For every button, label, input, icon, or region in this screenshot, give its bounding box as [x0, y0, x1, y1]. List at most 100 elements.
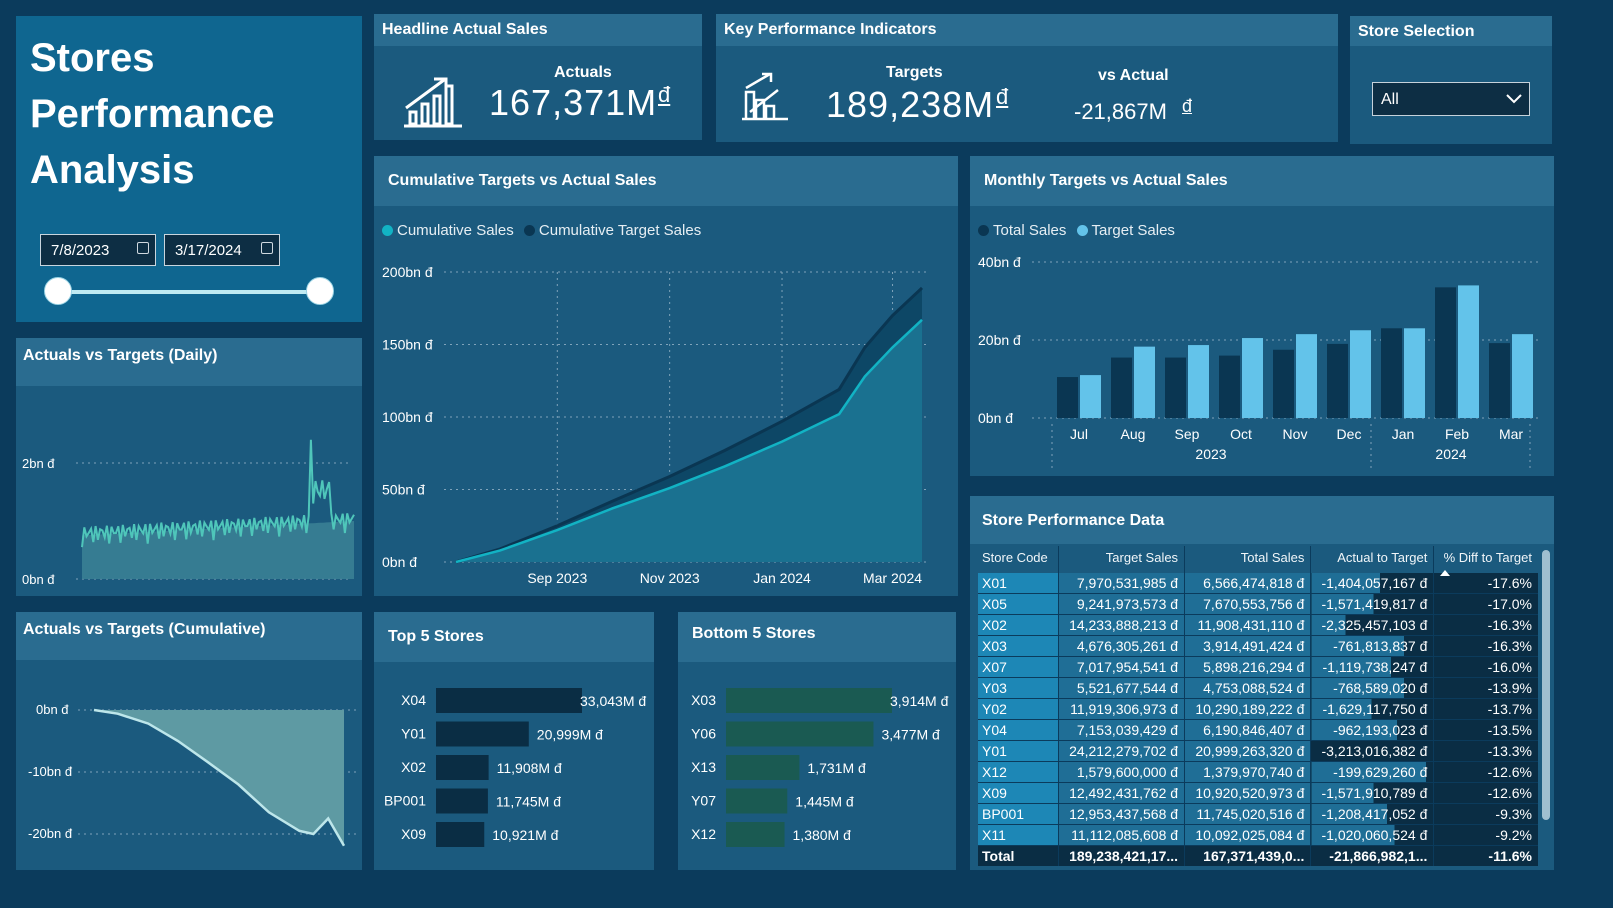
- table-cell: 7,970,531,985 đ: [1058, 573, 1186, 594]
- legend-label: Total Sales: [993, 222, 1067, 239]
- store-label: X03: [691, 692, 716, 708]
- column-header[interactable]: Store Code: [978, 546, 1059, 573]
- table-cell: X05: [978, 593, 1059, 615]
- table-cell: -17.6%: [1433, 573, 1538, 594]
- top5-chart: X04 33,043M đ Y01 20,999M đ X02 11,908M đ BP00…: [384, 688, 646, 847]
- legend-label: Target Sales: [1091, 222, 1175, 239]
- store-bar: [436, 755, 489, 780]
- table-cell: 24,212,279,702 đ: [1058, 740, 1186, 762]
- table-cell: -13.9%: [1433, 677, 1538, 699]
- table-row[interactable]: Y04 7,153,039,429 đ 6,190,846,407 đ -962,19…: [978, 719, 1538, 741]
- table-row[interactable]: X01 7,970,531,985 đ 6,566,474,818 đ -1,404,…: [978, 573, 1538, 594]
- table-cell: 10,092,025,084 đ: [1184, 824, 1312, 846]
- total-cell: -11.6%: [1433, 845, 1538, 866]
- title-line: Stores: [30, 36, 155, 80]
- x-tick-label: Sep 2023: [527, 570, 587, 586]
- card-heading: Monthly Targets vs Actual Sales: [970, 156, 1554, 206]
- calendar-icon[interactable]: cal: [261, 242, 273, 254]
- table-cell: 5,521,677,544 đ: [1058, 677, 1186, 699]
- total-sales-bar: [1273, 349, 1294, 418]
- table-cell: Y03: [978, 677, 1059, 699]
- table-cell: -13.3%: [1433, 740, 1538, 762]
- monthly-chart-card: Monthly Targets vs Actual Sales Total Sa…: [970, 156, 1554, 476]
- target-sales-bar: [1188, 345, 1209, 418]
- value-label: 11,908M đ: [497, 760, 562, 776]
- total-sales-bar: [1111, 357, 1132, 418]
- column-header[interactable]: Target Sales: [1058, 546, 1186, 573]
- date-slider-start-handle[interactable]: [44, 277, 72, 305]
- x-tick-label: Jan 2024: [753, 570, 811, 586]
- table-row[interactable]: Y01 24,212,279,702 đ 20,999,263,320 đ -3,21…: [978, 740, 1538, 762]
- table-cell: 20,999,263,320 đ: [1184, 740, 1312, 762]
- store-select-dropdown[interactable]: All: [1372, 82, 1530, 116]
- currency-symbol: đ: [1182, 96, 1193, 116]
- end-date-value: 3/17/2024: [175, 242, 242, 259]
- total-sales-bar: [1327, 343, 1348, 418]
- table-row[interactable]: Y03 5,521,677,544 đ 4,753,088,524 đ -768,58…: [978, 677, 1538, 699]
- card-heading: Cumulative Targets vs Actual Sales: [374, 156, 958, 206]
- table-cell: Y01: [978, 740, 1059, 762]
- table-cell: -16.3%: [1433, 614, 1538, 636]
- chevron-down-icon[interactable]: [1505, 93, 1523, 105]
- total-sales-bar: [1381, 328, 1402, 418]
- title-line: Analysis: [30, 148, 195, 192]
- column-header[interactable]: % Diff to Target: [1434, 546, 1538, 573]
- value-label: 1,731M đ: [807, 760, 866, 776]
- table-cell: -12.6%: [1433, 782, 1538, 804]
- table-cell: X02: [978, 614, 1059, 636]
- table-row[interactable]: BP001 12,953,437,568 đ 11,745,020,516 đ -1,…: [978, 803, 1538, 825]
- date-slider-track[interactable]: [60, 290, 320, 294]
- store-bar: [436, 688, 582, 713]
- table-row[interactable]: X09 12,492,431,762 đ 10,920,520,973 đ -1,57…: [978, 782, 1538, 804]
- year-label: 2024: [1435, 446, 1466, 462]
- y-tick-label: 150bn đ: [382, 337, 433, 353]
- store-bar: [436, 788, 488, 814]
- value-label: 3,477M đ: [881, 727, 940, 743]
- table-cell: 14,233,888,213 đ: [1058, 614, 1186, 636]
- x-tick-label: Mar 2024: [863, 570, 922, 586]
- cumulative-small-card: Actuals vs Targets (Cumulative) 0bn đ -1…: [16, 612, 362, 870]
- column-header[interactable]: Total Sales: [1184, 546, 1312, 573]
- y-tick-label: 50bn đ: [382, 482, 425, 498]
- value-label: 11,745M đ: [496, 794, 561, 810]
- table-cell: -16.0%: [1433, 656, 1538, 678]
- target-sales-bar: [1134, 346, 1155, 418]
- sort-descending-icon[interactable]: [1440, 570, 1450, 576]
- year-label: 2023: [1195, 446, 1226, 462]
- table-cell: BP001: [978, 803, 1059, 825]
- table-row[interactable]: X05 9,241,973,573 đ 7,670,553,756 đ -1,571,…: [978, 593, 1538, 615]
- table-row[interactable]: X03 4,676,305,261 đ 3,914,491,424 đ -761,81…: [978, 635, 1538, 657]
- table-cell: 7,153,039,429 đ: [1058, 719, 1186, 741]
- card-heading: Key Performance Indicators: [716, 14, 1338, 46]
- cumulative-chart: 200bn đ 150bn đ 100bn đ 50bn đ 0bn đ Sep 2023…: [382, 264, 930, 586]
- store-label: X04: [401, 692, 426, 708]
- total-sales-bar: [1057, 377, 1078, 418]
- end-date-input[interactable]: 3/17/2024 cal: [164, 234, 280, 266]
- table-cell: -13.7%: [1433, 698, 1538, 720]
- store-selection-card: Store Selection All: [1350, 16, 1552, 144]
- date-slider-end-handle[interactable]: [306, 277, 334, 305]
- store-bar: [436, 822, 485, 847]
- table-row[interactable]: X11 11,112,085,608 đ 10,092,025,084 đ -1,02…: [978, 824, 1538, 846]
- calendar-icon[interactable]: cal: [137, 242, 149, 254]
- table-row[interactable]: X07 7,017,954,541 đ 5,898,216,294 đ -1,119,…: [978, 656, 1538, 678]
- card-heading: Store Selection: [1350, 16, 1552, 46]
- table-scrollbar[interactable]: [1542, 550, 1550, 820]
- table-cell: 7,670,553,756 đ: [1184, 593, 1312, 615]
- table-row[interactable]: X12 1,579,600,000 đ 1,379,970,740 đ -199,62…: [978, 761, 1538, 783]
- card-heading: Headline Actual Sales: [374, 14, 702, 46]
- bottom5-card: Bottom 5 Stores X03 3,914M đ Y06 3,477M đ X1…: [678, 612, 956, 870]
- store-select-value: All: [1381, 91, 1399, 108]
- table-cell: -1,404,057,167 đ: [1310, 573, 1435, 594]
- store-bar: [726, 755, 800, 780]
- table-row[interactable]: Y02 11,919,306,973 đ 10,290,189,222 đ -1,62…: [978, 698, 1538, 720]
- start-date-input[interactable]: 7/8/2023 cal: [40, 234, 156, 266]
- table-total-row: Total 189,238,421,17... 167,371,439,0... -2…: [978, 845, 1538, 866]
- table-row[interactable]: X02 14,233,888,213 đ 11,908,431,110 đ -2,32…: [978, 614, 1538, 636]
- table-header-row: Store Code Target Sales Total Sales Actu…: [978, 546, 1538, 573]
- table-cell: 4,753,088,524 đ: [1184, 677, 1312, 699]
- table-cell: 9,241,973,573 đ: [1058, 593, 1186, 615]
- column-header[interactable]: Actual to Target: [1310, 546, 1435, 573]
- table-cell: -2,325,457,103 đ: [1310, 614, 1435, 636]
- table-cell: X01: [978, 573, 1059, 594]
